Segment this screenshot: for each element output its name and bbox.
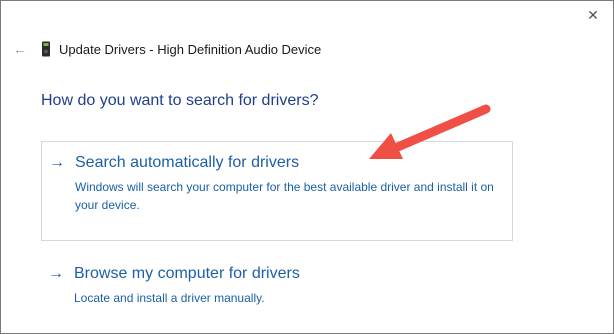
back-button[interactable]: ←	[11, 40, 29, 58]
option-title-row: → Browse my computer for drivers	[48, 265, 300, 283]
browse-computer-option[interactable]: → Browse my computer for drivers Locate …	[41, 253, 513, 313]
option-description: Locate and install a driver manually.	[74, 291, 265, 305]
right-arrow-icon: →	[48, 265, 64, 282]
update-drivers-window: ✕ ← Update Drivers - High Definition Aud…	[0, 0, 614, 334]
audio-device-icon	[41, 41, 51, 57]
window-title: Update Drivers - High Definition Audio D…	[59, 41, 322, 57]
title-bar: ← Update Drivers - High Definition Audio…	[11, 37, 321, 61]
close-icon: ✕	[587, 6, 599, 23]
close-button[interactable]: ✕	[579, 3, 607, 27]
right-arrow-icon: →	[49, 154, 65, 171]
back-arrow-icon: ←	[13, 41, 27, 57]
annotation-arrow-icon	[369, 104, 491, 159]
option-title: Browse my computer for drivers	[74, 265, 300, 282]
option-title: Search automatically for drivers	[75, 154, 300, 171]
option-title-row: → Search automatically for drivers	[49, 154, 299, 172]
option-description: Windows will search your computer for th…	[75, 180, 494, 212]
page-heading: How do you want to search for drivers?	[41, 92, 319, 109]
